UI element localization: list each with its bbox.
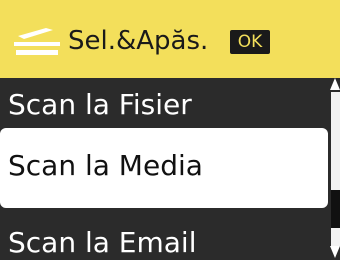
- menu-item-scan-to-email[interactable]: Scan la Email: [0, 212, 328, 260]
- scanner-icon: [14, 28, 60, 55]
- ok-badge: OK: [230, 30, 270, 54]
- lcd-screen: Sel.&Apăs. OK Scan la Fisier Scan la Med…: [0, 0, 340, 260]
- scroll-thumb[interactable]: [331, 190, 340, 228]
- menu-item-label: Scan la Email: [8, 226, 197, 259]
- menu-item-label: Scan la Fisier: [8, 88, 192, 121]
- scroll-up-arrow-icon[interactable]: [330, 78, 340, 90]
- header-bar: Sel.&Apăs. OK: [0, 0, 340, 78]
- scroll-down-arrow-icon[interactable]: [330, 246, 340, 258]
- scrollbar[interactable]: [328, 78, 340, 260]
- header-title: Sel.&Apăs.: [68, 26, 209, 56]
- menu-list: Scan la Fisier Scan la Media Scan la Ema…: [0, 78, 328, 260]
- menu-item-label: Scan la Media: [8, 149, 203, 182]
- menu-item-scan-to-media[interactable]: Scan la Media: [0, 128, 328, 208]
- menu-item-scan-to-file[interactable]: Scan la Fisier: [0, 78, 328, 128]
